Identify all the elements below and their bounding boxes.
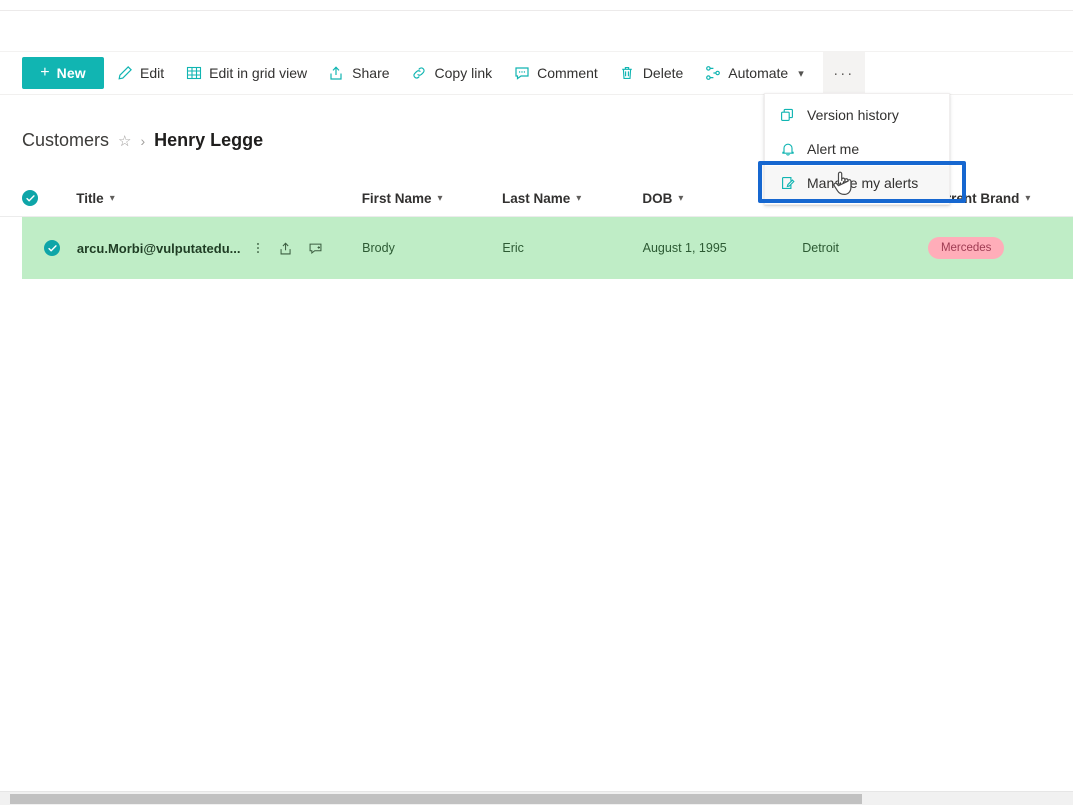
comment-icon xyxy=(513,65,530,82)
horizontal-scrollbar-track[interactable] xyxy=(0,791,1073,805)
column-header-first-name-label: First Name xyxy=(361,190,432,206)
more-options-icon[interactable] xyxy=(251,241,265,255)
menu-item-version-history[interactable]: Version history xyxy=(765,98,949,132)
plus-icon: + xyxy=(40,64,50,81)
delete-button[interactable]: Delete xyxy=(610,53,692,93)
row-actions xyxy=(251,241,323,256)
pencil-icon xyxy=(116,65,133,82)
share-button[interactable]: Share xyxy=(319,53,398,93)
column-header-last-name-label: Last Name xyxy=(502,190,571,206)
edit-button[interactable]: Edit xyxy=(107,53,173,93)
automate-icon xyxy=(704,65,721,82)
cell-first-name: Brody xyxy=(362,241,395,255)
grid-icon xyxy=(185,65,202,82)
menu-item-version-history-label: Version history xyxy=(807,107,899,123)
column-header-last-name[interactable]: Last Name ▾ xyxy=(502,191,642,206)
column-header-dob-label: DOB xyxy=(642,190,673,206)
overflow-menu: Version history Alert me Manage my alert… xyxy=(764,93,950,205)
copy-link-button[interactable]: Copy link xyxy=(402,53,502,93)
cell-dob: August 1, 1995 xyxy=(642,241,727,255)
table-row[interactable]: arcu.Morbi@vulputatedu... Brody Eric Aug… xyxy=(22,217,1073,279)
menu-item-manage-my-alerts[interactable]: Manage my alerts xyxy=(765,166,949,200)
page-title: Henry Legge xyxy=(154,130,264,150)
command-bar: + New Edit Edit in grid view Share Copy … xyxy=(0,52,1073,94)
new-button[interactable]: + New xyxy=(22,57,104,89)
edit-in-grid-view-label: Edit in grid view xyxy=(209,65,308,81)
favorite-star-icon[interactable]: ☆ xyxy=(118,132,131,150)
comment-button-label: Comment xyxy=(537,65,598,81)
chevron-down-icon: ▾ xyxy=(109,192,115,204)
share-icon xyxy=(328,65,345,82)
automate-button-label: Automate xyxy=(728,65,789,81)
column-header-title-label: Title xyxy=(76,190,104,206)
select-all-checkbox[interactable] xyxy=(22,190,38,206)
cell-title: arcu.Morbi@vulputatedu... xyxy=(77,241,362,256)
menu-item-alert-me[interactable]: Alert me xyxy=(765,132,949,166)
cell-last-name: Eric xyxy=(502,241,524,255)
copy-link-label: Copy link xyxy=(434,65,493,81)
more-commands-button[interactable]: ··· xyxy=(822,52,865,94)
row-checkbox[interactable] xyxy=(44,240,60,256)
breadcrumb: Customers ☆ › Henry Legge xyxy=(22,130,263,151)
share-icon[interactable] xyxy=(279,241,294,256)
more-commands-label: ··· xyxy=(833,64,855,82)
top-divider xyxy=(0,10,1073,11)
version-history-icon xyxy=(779,107,796,124)
row-select-cell xyxy=(22,240,77,256)
edit-button-label: Edit xyxy=(140,65,165,81)
status-badge: Mercedes xyxy=(927,237,1005,259)
chevron-down-icon: ▾ xyxy=(437,192,443,204)
add-comment-icon[interactable] xyxy=(308,241,323,256)
menu-item-manage-my-alerts-label: Manage my alerts xyxy=(807,175,919,191)
breadcrumb-root-link[interactable]: Customers xyxy=(22,130,109,151)
select-all-cell xyxy=(22,190,76,206)
row-title-link[interactable]: arcu.Morbi@vulputatedu... xyxy=(77,241,241,256)
chevron-down-icon: ▾ xyxy=(798,67,804,80)
new-button-label: New xyxy=(56,65,86,81)
cell-current-brand: Mercedes xyxy=(927,237,1073,259)
chevron-down-icon: ▾ xyxy=(1025,192,1031,204)
column-header-first-name[interactable]: First Name ▾ xyxy=(362,191,502,206)
chevron-down-icon: ▾ xyxy=(678,192,684,204)
chevron-down-icon: ▾ xyxy=(576,192,582,204)
comment-button[interactable]: Comment xyxy=(504,53,607,93)
link-icon xyxy=(411,65,428,82)
trash-icon xyxy=(619,65,636,82)
delete-button-label: Delete xyxy=(642,65,684,81)
horizontal-scrollbar-thumb[interactable] xyxy=(10,794,862,804)
manage-alerts-icon xyxy=(779,175,796,192)
breadcrumb-separator-icon: › xyxy=(140,132,146,149)
sharepoint-list-page: + New Edit Edit in grid view Share Copy … xyxy=(0,0,1073,805)
cell-home-town: Detroit xyxy=(802,241,840,255)
edit-in-grid-view-button[interactable]: Edit in grid view xyxy=(176,53,316,93)
automate-button[interactable]: Automate ▾ xyxy=(695,53,812,93)
share-button-label: Share xyxy=(352,65,390,81)
column-header-title[interactable]: Title ▾ xyxy=(76,191,362,206)
menu-item-alert-me-label: Alert me xyxy=(807,141,860,157)
bell-icon xyxy=(779,141,796,158)
